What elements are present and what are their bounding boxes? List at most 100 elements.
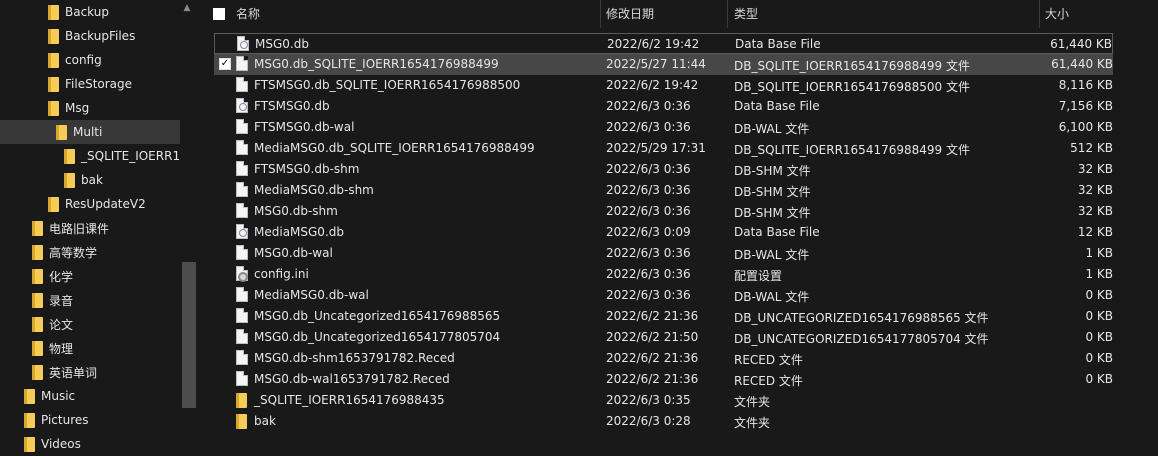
- folder-icon: [56, 124, 67, 140]
- column-header-size[interactable]: 大小: [1045, 0, 1069, 28]
- nav-item[interactable]: Pictures: [0, 408, 180, 432]
- file-row[interactable]: MediaMSG0.db_SQLITE_IOERR1654176988499 20…: [214, 138, 1113, 159]
- nav-item-label: 高等数学: [49, 245, 98, 260]
- nav-item-label: Videos: [41, 437, 81, 451]
- file-size: 7,156 KB: [1058, 99, 1113, 113]
- file-size: 0 KB: [1085, 309, 1113, 323]
- file-size: 0 KB: [1085, 330, 1113, 344]
- nav-item[interactable]: FileStorage: [0, 72, 180, 96]
- file-name: MSG0.db_Uncategorized1654177805704: [254, 330, 501, 344]
- nav-item-label: Msg: [65, 101, 90, 115]
- nav-item[interactable]: BackupFiles: [0, 24, 180, 48]
- file-row[interactable]: config.ini 2022/6/3 0:36 配置设置 1 KB: [214, 264, 1113, 285]
- file-icon: [236, 161, 248, 176]
- file-modified-date: 2022/5/29 17:31: [606, 141, 706, 155]
- folder-icon: [48, 28, 59, 44]
- file-type: Data Base File: [734, 99, 820, 113]
- file-row[interactable]: FTSMSG0.db-shm 2022/6/3 0:36 DB-SHM 文件 32 K…: [214, 159, 1113, 180]
- file-modified-date: 2022/6/3 0:36: [606, 120, 691, 134]
- sort-descending-icon: ˇ: [1100, 0, 1105, 7]
- file-row[interactable]: bak 2022/6/3 0:28 文件夹: [214, 411, 1113, 432]
- nav-scrollbar-thumb[interactable]: [182, 262, 196, 408]
- nav-item[interactable]: 论文: [0, 312, 180, 336]
- nav-item-label: 英语单词: [49, 365, 98, 380]
- file-modified-date: 2022/6/3 0:36: [606, 246, 691, 260]
- file-modified-date: 2022/6/3 0:36: [606, 162, 691, 176]
- folder-icon: [64, 148, 75, 164]
- nav-item-label: BackupFiles: [65, 29, 136, 43]
- column-divider[interactable]: [600, 0, 601, 28]
- file-type: RECED 文件: [734, 374, 803, 388]
- nav-item[interactable]: Msg: [0, 96, 180, 120]
- select-all-checkbox[interactable]: [213, 8, 225, 20]
- file-row[interactable]: MediaMSG0.db 2022/6/3 0:09 Data Base File 1…: [214, 222, 1113, 243]
- nav-item[interactable]: 物理: [0, 336, 180, 360]
- file-row[interactable]: MediaMSG0.db-shm 2022/6/3 0:36 DB-SHM 文件 32…: [214, 180, 1113, 201]
- file-name: MediaMSG0.db_SQLITE_IOERR1654176988499: [254, 141, 535, 155]
- file-size: 1 KB: [1085, 246, 1113, 260]
- nav-item[interactable]: bak: [0, 168, 180, 192]
- file-name: MSG0.db-wal1653791782.Reced: [254, 372, 450, 386]
- nav-item[interactable]: Multi: [0, 120, 180, 144]
- nav-item-label: 电路旧课件: [49, 221, 110, 236]
- file-row[interactable]: MSG0.db_Uncategorized1654177805704 2022/6…: [214, 327, 1113, 348]
- row-checkbox[interactable]: ✓: [219, 58, 231, 70]
- nav-item[interactable]: 电路旧课件: [0, 216, 180, 240]
- file-size: 32 KB: [1077, 204, 1113, 218]
- file-type: DB-SHM 文件: [734, 164, 811, 178]
- file-type: DB-SHM 文件: [734, 185, 811, 199]
- file-icon: [236, 182, 248, 197]
- nav-item[interactable]: Videos: [0, 432, 180, 456]
- file-size: 12 KB: [1077, 225, 1113, 239]
- nav-item[interactable]: Backup: [0, 0, 180, 24]
- file-size: 32 KB: [1077, 183, 1113, 197]
- nav-item[interactable]: ResUpdateV2: [0, 192, 180, 216]
- nav-item[interactable]: _SQLITE_IOERR16: [0, 144, 180, 168]
- file-row[interactable]: MediaMSG0.db-wal 2022/6/3 0:36 DB-WAL 文件 0 …: [214, 285, 1113, 306]
- file-row[interactable]: MSG0.db-shm1653791782.Reced 2022/6/2 21:3…: [214, 348, 1113, 369]
- column-header-date[interactable]: 修改日期: [606, 0, 654, 28]
- column-header-type[interactable]: 类型: [734, 0, 758, 28]
- file-row[interactable]: MSG0.db-shm 2022/6/3 0:36 DB-SHM 文件 32 KB: [214, 201, 1113, 222]
- folder-icon: [32, 340, 43, 356]
- nav-item[interactable]: config: [0, 48, 180, 72]
- file-icon: [236, 56, 248, 71]
- file-name: MSG0.db-wal: [254, 246, 333, 260]
- nav-item[interactable]: 录音: [0, 288, 180, 312]
- file-modified-date: 2022/6/3 0:36: [606, 267, 691, 281]
- file-type: DB_UNCATEGORIZED1654177805704 文件: [734, 332, 989, 346]
- nav-scroll-up-arrow[interactable]: ▲: [180, 0, 194, 16]
- column-divider[interactable]: [1039, 0, 1040, 28]
- nav-item[interactable]: 英语单词: [0, 360, 180, 384]
- folder-icon: [32, 364, 43, 380]
- file-row[interactable]: FTSMSG0.db_SQLITE_IOERR1654176988500 2022…: [214, 75, 1113, 96]
- nav-item[interactable]: 高等数学: [0, 240, 180, 264]
- folder-icon: [24, 436, 35, 452]
- nav-item[interactable]: 化学: [0, 264, 180, 288]
- file-name: MSG0.db_SQLITE_IOERR1654176988499: [254, 57, 499, 71]
- file-explorer-window: Videos Pictures Music 英语单词 物理 论文 录音 化学 高等数学 电路旧课件…: [0, 0, 1158, 456]
- file-row[interactable]: MSG0.db-wal1653791782.Reced 2022/6/2 21:3…: [214, 369, 1113, 390]
- file-modified-date: 2022/6/3 0:36: [606, 288, 691, 302]
- file-row[interactable]: ✓ MSG0.db_SQLITE_IOERR1654176988499 2022/5…: [214, 54, 1113, 75]
- file-name: _SQLITE_IOERR1654176988435: [254, 393, 445, 407]
- folder-icon: [32, 220, 43, 236]
- file-type: DB-WAL 文件: [734, 122, 810, 136]
- column-header-name[interactable]: 名称: [236, 0, 260, 28]
- file-row[interactable]: _SQLITE_IOERR1654176988435 2022/6/3 0:35 文…: [214, 390, 1113, 411]
- column-divider[interactable]: [727, 0, 728, 28]
- nav-item[interactable]: Music: [0, 384, 180, 408]
- folder-icon: [32, 268, 43, 284]
- database-file-icon: [236, 98, 248, 113]
- file-row[interactable]: MSG0.db 2022/6/2 19:42 Data Base File 61,44…: [214, 33, 1113, 54]
- file-row[interactable]: MSG0.db-wal 2022/6/3 0:36 DB-WAL 文件 1 KB: [214, 243, 1113, 264]
- file-row[interactable]: FTSMSG0.db 2022/6/3 0:36 Data Base File 7,1…: [214, 96, 1113, 117]
- file-size: 61,440 KB: [1051, 57, 1113, 71]
- nav-item-label: 录音: [49, 293, 74, 308]
- nav-item-label: Backup: [65, 5, 109, 19]
- file-row[interactable]: FTSMSG0.db-wal 2022/6/3 0:36 DB-WAL 文件 6,10…: [214, 117, 1113, 138]
- file-name: FTSMSG0.db-shm: [254, 162, 360, 176]
- file-modified-date: 2022/6/2 19:42: [606, 78, 699, 92]
- file-row[interactable]: MSG0.db_Uncategorized1654176988565 2022/6…: [214, 306, 1113, 327]
- file-name: MediaMSG0.db-shm: [254, 183, 374, 197]
